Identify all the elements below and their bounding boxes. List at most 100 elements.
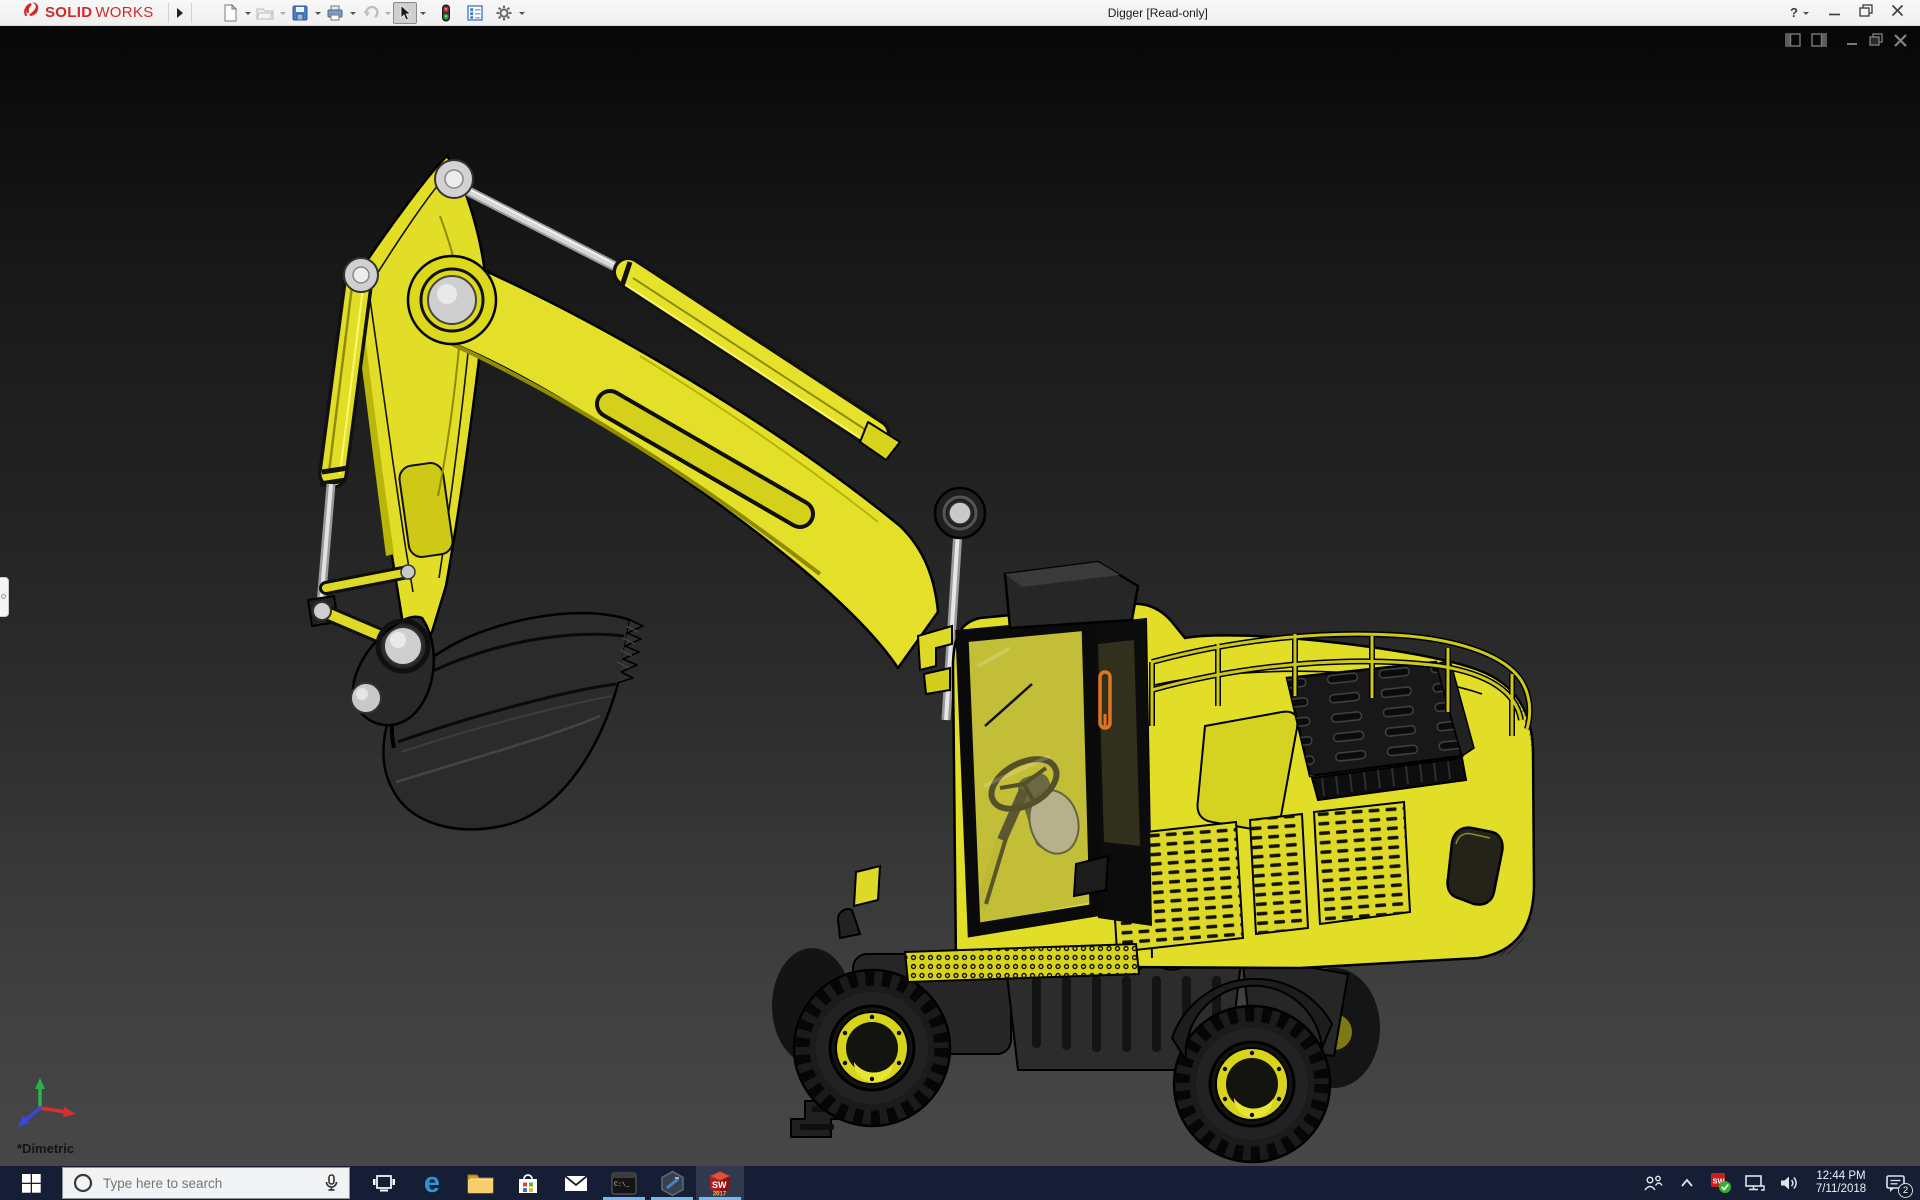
notification-badge: 2 xyxy=(1898,1183,1913,1198)
cortana-icon xyxy=(73,1173,93,1193)
taskbar: e C:\_ xyxy=(0,1166,1920,1200)
excavator-body xyxy=(836,560,1536,984)
new-document-button[interactable] xyxy=(218,2,242,24)
document-window-controls xyxy=(1785,32,1908,48)
edrawings-hexagon-icon xyxy=(660,1170,684,1196)
window-controls: ? xyxy=(1790,3,1920,22)
svg-text:SW: SW xyxy=(712,1180,727,1190)
separator xyxy=(167,2,169,23)
search-input[interactable] xyxy=(103,1175,314,1191)
save-dropdown[interactable] xyxy=(314,4,322,22)
undo-button[interactable] xyxy=(358,2,382,24)
svg-text:2017: 2017 xyxy=(713,1192,727,1198)
windows-logo-icon xyxy=(21,1173,41,1193)
edge-icon: e xyxy=(423,1167,441,1199)
save-button[interactable] xyxy=(288,2,312,24)
doc-minimize-button[interactable] xyxy=(1845,32,1859,48)
windshield-glass xyxy=(966,630,1092,924)
taskbar-app-mail[interactable] xyxy=(552,1166,600,1200)
system-tray: SW 12:44 PM 7/11/2018 2 xyxy=(1638,1166,1920,1200)
open-button[interactable] xyxy=(253,2,277,24)
separator xyxy=(190,2,192,23)
display-list-icon xyxy=(466,4,483,21)
undo-dropdown[interactable] xyxy=(384,4,392,22)
mail-icon xyxy=(564,1175,588,1191)
select-dropdown[interactable] xyxy=(419,4,427,22)
solidworks-monitor-tray[interactable]: SW xyxy=(1706,1166,1736,1200)
taskbar-app-file-explorer[interactable] xyxy=(456,1166,504,1200)
cab-step xyxy=(852,864,882,908)
close-button[interactable] xyxy=(1891,4,1904,22)
open-dropdown[interactable] xyxy=(279,4,287,22)
print-icon xyxy=(327,5,343,20)
mirror-bracket xyxy=(836,908,862,940)
help-menu[interactable]: ? xyxy=(1790,5,1810,20)
help-label: ? xyxy=(1790,5,1798,20)
options-dropdown[interactable] xyxy=(518,4,526,22)
help-dropdown-icon xyxy=(1803,11,1809,15)
excavator-model xyxy=(18,154,1536,1166)
save-icon xyxy=(292,5,308,20)
taskbar-app-edge[interactable]: e xyxy=(408,1166,456,1200)
file-explorer-icon xyxy=(467,1174,493,1194)
front-wheel xyxy=(794,970,950,1126)
action-center-button[interactable]: 2 xyxy=(1878,1166,1914,1200)
brand-solid: SOLID xyxy=(45,4,93,21)
solidworks-check-icon: SW xyxy=(1711,1173,1731,1193)
rear-wheel xyxy=(1174,1006,1330,1162)
select-cursor-icon xyxy=(400,4,412,21)
gear-icon xyxy=(496,5,512,20)
stoplight-icon xyxy=(441,4,450,21)
toolbar-flyout-arrow[interactable] xyxy=(173,4,187,22)
new-document-dropdown[interactable] xyxy=(244,4,252,22)
print-button[interactable] xyxy=(323,2,347,24)
open-icon xyxy=(255,8,274,19)
start-button[interactable] xyxy=(0,1166,62,1200)
rebuild-stoplight-button[interactable] xyxy=(434,2,458,24)
deck-panel xyxy=(1196,710,1299,832)
taskbar-app-edrawings[interactable] xyxy=(648,1166,696,1200)
taskbar-app-solidworks[interactable]: SW 2017 xyxy=(696,1166,744,1200)
clock-time: 12:44 PM xyxy=(1816,1170,1866,1182)
show-panel-right-button[interactable] xyxy=(1811,32,1828,48)
people-icon xyxy=(1644,1175,1663,1191)
minimize-button[interactable] xyxy=(1828,4,1841,22)
restore-button[interactable] xyxy=(1859,3,1873,22)
display-list-button[interactable] xyxy=(463,2,487,24)
graphics-viewport[interactable]: *Dimetric xyxy=(0,26,1920,1166)
print-dropdown[interactable] xyxy=(349,4,357,22)
microphone-icon[interactable] xyxy=(324,1173,339,1193)
task-view-button[interactable] xyxy=(360,1166,408,1200)
main-toolbar xyxy=(218,1,526,24)
doc-restore-button[interactable] xyxy=(1868,32,1884,48)
doc-close-button[interactable] xyxy=(1893,32,1908,48)
hidden-icons-chevron[interactable] xyxy=(1672,1166,1702,1200)
volume-button[interactable] xyxy=(1774,1166,1804,1200)
options-button[interactable] xyxy=(492,2,516,24)
solidworks-2017-icon: SW 2017 xyxy=(710,1171,730,1198)
titlebar: SOLID WORKS Digger [Read-only] ? xyxy=(0,0,1920,26)
people-button[interactable] xyxy=(1638,1166,1668,1200)
view-orientation-label: *Dimetric xyxy=(17,1141,75,1156)
rear-window xyxy=(1446,826,1504,906)
excavator-chassis xyxy=(772,948,1380,1162)
taskbar-clock[interactable]: 12:44 PM 7/11/2018 xyxy=(1808,1166,1874,1200)
speaker-icon xyxy=(1781,1176,1797,1190)
solidworks-logo: SOLID WORKS xyxy=(0,0,164,25)
reference-triad xyxy=(18,1078,76,1127)
select-button[interactable] xyxy=(392,1,417,24)
taskbar-app-store[interactable] xyxy=(504,1166,552,1200)
feature-panel-tab[interactable] xyxy=(0,577,9,617)
store-icon xyxy=(519,1173,537,1193)
svg-text:C:\_: C:\_ xyxy=(614,1181,630,1188)
brand-works: WORKS xyxy=(95,4,154,21)
task-view-icon xyxy=(373,1175,395,1192)
window-title: Digger [Read-only] xyxy=(1107,5,1208,20)
show-panel-left-button[interactable] xyxy=(1785,32,1802,48)
excavator-arm xyxy=(307,154,940,831)
taskbar-app-command-prompt[interactable]: C:\_ xyxy=(600,1166,648,1200)
network-button[interactable] xyxy=(1740,1166,1770,1200)
new-document-icon xyxy=(224,3,237,21)
taskbar-search[interactable] xyxy=(62,1167,350,1199)
stick-arm xyxy=(350,154,489,639)
